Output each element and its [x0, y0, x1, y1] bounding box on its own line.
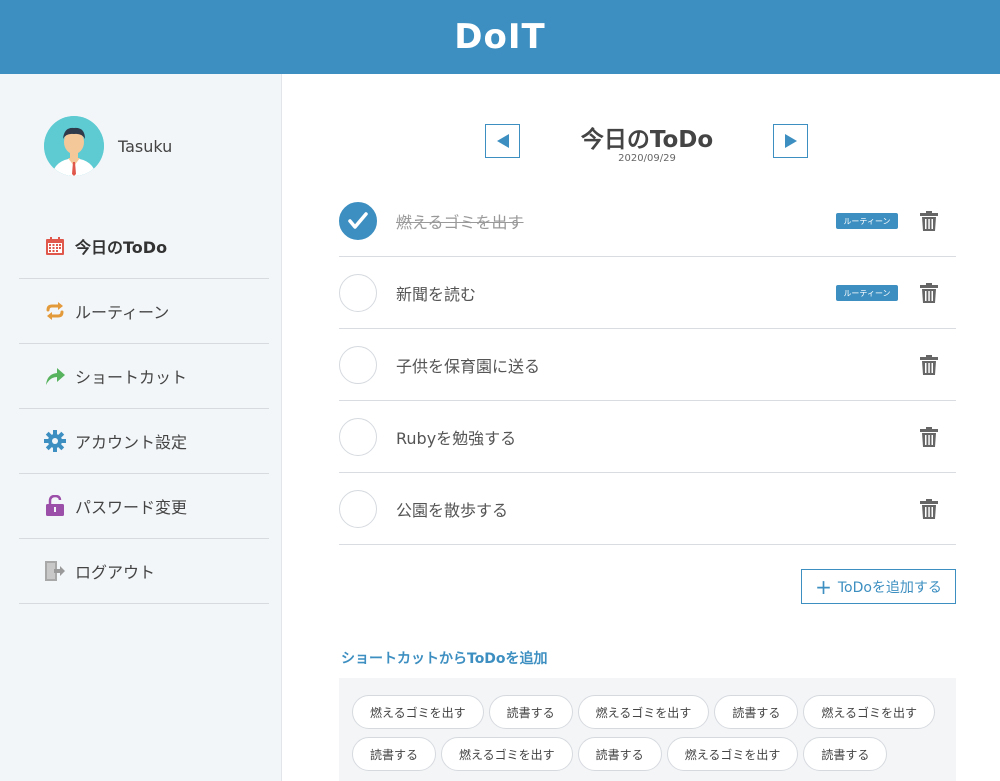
- todo-item: 燃えるゴミを出す ルーティーン: [339, 185, 956, 257]
- nav-label: ルーティーン: [75, 303, 170, 322]
- main-content: 今日のToDo 2020/09/29 燃えるゴミを出す ルーティーン 新聞を読む…: [283, 74, 1000, 781]
- shortcut-chip[interactable]: 燃えるゴミを出す: [803, 695, 935, 729]
- nav-item-account-settings[interactable]: アカウント設定: [19, 409, 269, 474]
- shortcut-chip[interactable]: 燃えるゴミを出す: [666, 737, 799, 771]
- nav-label: 今日のToDo: [75, 238, 168, 257]
- share-arrow-icon: [44, 365, 66, 387]
- page-title: 今日のToDo: [580, 127, 714, 153]
- user-profile: Tasuku: [44, 116, 172, 176]
- todo-item: 公園を散歩する: [339, 473, 956, 545]
- nav-label: パスワード変更: [75, 498, 188, 517]
- nav-item-logout[interactable]: ログアウト: [19, 539, 269, 604]
- nav-item-change-password[interactable]: パスワード変更: [19, 474, 269, 539]
- todo-item: 新聞を読む ルーティーン: [339, 257, 956, 329]
- nav-label: アカウント設定: [75, 433, 188, 452]
- todo-text: 新聞を読む: [396, 284, 477, 304]
- add-todo-label: ToDoを追加する: [837, 579, 942, 596]
- nav-item-today-todo[interactable]: 今日のToDo: [19, 214, 269, 279]
- todo-checkbox[interactable]: [339, 489, 377, 528]
- todo-item: 子供を保育園に送る: [339, 329, 956, 401]
- todo-checkbox[interactable]: [339, 417, 377, 456]
- caret-right-icon: [784, 134, 797, 148]
- add-todo-button[interactable]: + ToDoを追加する: [801, 569, 956, 604]
- todo-checkbox-checked[interactable]: [339, 201, 377, 240]
- shortcut-chip[interactable]: 燃えるゴミを出す: [577, 695, 710, 729]
- todo-checkbox[interactable]: [339, 345, 377, 384]
- todo-list: 燃えるゴミを出す ルーティーン 新聞を読む ルーティーン 子供を保育園に送る R…: [339, 185, 956, 545]
- trash-icon[interactable]: [920, 427, 938, 447]
- calendar-icon: [44, 235, 66, 257]
- username: Tasuku: [118, 136, 173, 156]
- trash-icon[interactable]: [920, 211, 938, 231]
- nav-label: ログアウト: [75, 563, 156, 582]
- shortcut-panel: 燃えるゴミを出す 読書する 燃えるゴミを出す 読書する 燃えるゴミを出す 読書す…: [339, 678, 956, 781]
- sidebar-nav: 今日のToDo ルーティーン ショートカット アカウント設定 パスワード変更 ロ…: [19, 214, 269, 604]
- shortcut-chip[interactable]: 読書する: [803, 737, 888, 771]
- nav-item-routine[interactable]: ルーティーン: [19, 279, 269, 344]
- logout-icon: [44, 560, 66, 582]
- unlock-icon: [44, 495, 66, 517]
- todo-text: Rubyを勉強する: [396, 428, 517, 448]
- app-logo[interactable]: DoIT: [454, 17, 545, 57]
- app-header: DoIT: [0, 0, 1000, 74]
- todo-item: Rubyを勉強する: [339, 401, 956, 473]
- shortcut-chip[interactable]: 読書する: [577, 737, 662, 771]
- shortcut-chip[interactable]: 読書する: [352, 737, 437, 771]
- sidebar: Tasuku 今日のToDo ルーティーン ショートカット アカウント設定 パス…: [0, 74, 282, 781]
- todo-text: 子供を保育園に送る: [396, 356, 541, 376]
- prev-day-button[interactable]: [485, 124, 520, 158]
- nav-item-shortcut[interactable]: ショートカット: [19, 344, 269, 409]
- todo-text: 公園を散歩する: [396, 500, 509, 520]
- trash-icon[interactable]: [920, 355, 938, 375]
- caret-left-icon: [496, 134, 509, 148]
- trash-icon[interactable]: [920, 499, 938, 519]
- shortcut-chip[interactable]: 燃えるゴミを出す: [352, 695, 484, 729]
- trash-icon[interactable]: [920, 283, 938, 303]
- gear-icon: [44, 430, 66, 452]
- checkmark-icon: [348, 211, 368, 229]
- next-day-button[interactable]: [773, 124, 808, 158]
- avatar[interactable]: [44, 116, 104, 176]
- routine-badge: ルーティーン: [836, 213, 898, 229]
- todo-text: 燃えるゴミを出す: [396, 212, 524, 232]
- shortcut-chip[interactable]: 読書する: [714, 695, 799, 729]
- plus-icon: +: [815, 574, 832, 599]
- todo-checkbox[interactable]: [339, 273, 377, 312]
- shortcut-chips: 燃えるゴミを出す 読書する 燃えるゴミを出す 読書する 燃えるゴミを出す 読書す…: [352, 695, 943, 771]
- shortcut-chip[interactable]: 燃えるゴミを出す: [441, 737, 573, 771]
- nav-label: ショートカット: [75, 368, 188, 387]
- repeat-icon: [44, 300, 66, 322]
- routine-badge: ルーティーン: [836, 285, 898, 301]
- shortcut-heading: ショートカットからToDoを追加: [341, 651, 548, 667]
- shortcut-chip[interactable]: 読書する: [488, 695, 573, 729]
- page-date: 2020/09/29: [618, 153, 676, 164]
